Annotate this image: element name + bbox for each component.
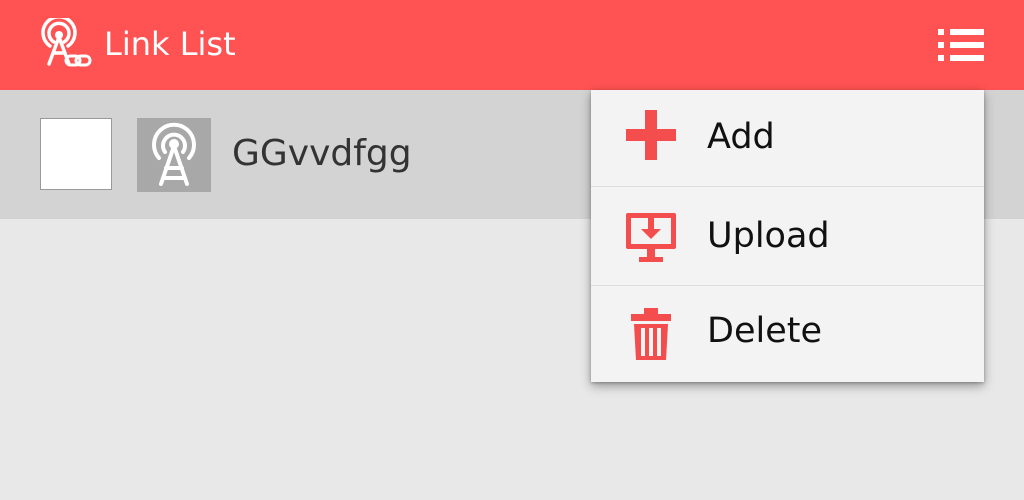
broadcast-tower-icon	[137, 118, 211, 192]
tower-link-icon	[36, 15, 96, 72]
app-title: Link List	[104, 25, 236, 63]
menu-item-delete[interactable]: Delete	[591, 286, 984, 382]
item-checkbox[interactable]	[40, 118, 112, 190]
trash-icon	[623, 306, 679, 362]
upload-monitor-icon	[623, 209, 679, 265]
app-bar: Link List	[0, 0, 1024, 90]
menu-item-label: Upload	[707, 216, 830, 256]
menu-item-upload[interactable]: Upload	[591, 187, 984, 286]
plus-icon	[623, 107, 679, 163]
menu-item-add[interactable]: Add	[591, 90, 984, 187]
menu-item-label: Delete	[707, 311, 822, 351]
menu-item-label: Add	[707, 117, 775, 157]
item-title: GGvvdfgg	[232, 133, 412, 174]
list-menu-icon[interactable]	[930, 22, 992, 68]
overflow-menu: Add Upload Delete	[591, 90, 984, 382]
